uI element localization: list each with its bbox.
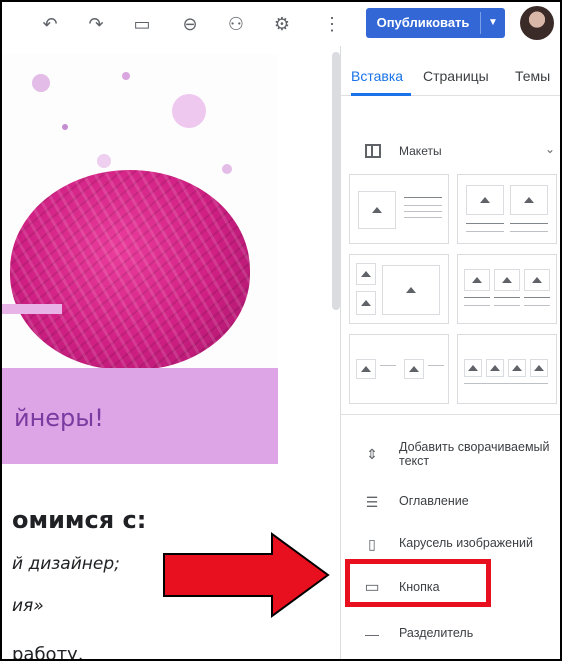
text-line-placeholder: [428, 365, 444, 366]
paint-splatter: [97, 154, 111, 168]
app-frame: ↶ ↷ ▭ ⊖ ⚇ ⚙ ⋮ Опубликовать ▼ йнеры! омим…: [0, 0, 562, 661]
sidebar-item-divider[interactable]: — Разделитель: [341, 614, 560, 654]
publish-button-label: Опубликовать: [376, 15, 470, 30]
image-placeholder-icon: [494, 269, 520, 291]
publish-button[interactable]: Опубликовать ▼: [366, 8, 505, 38]
image-placeholder-icon: [466, 185, 504, 215]
text-line-placeholder: [466, 223, 504, 224]
sidebar-item-label: Оглавление: [399, 494, 469, 508]
sidebar-tabs: Вставка Страницы Темы: [341, 46, 560, 96]
text-line-placeholder: [494, 297, 520, 298]
carousel-icon: ▯: [368, 536, 376, 552]
text-line-placeholder: [524, 297, 550, 298]
divider-icon: —: [365, 626, 379, 642]
text-line-placeholder: [404, 211, 442, 212]
image-placeholder-icon: [356, 359, 376, 379]
canvas-scrollbar[interactable]: [332, 52, 340, 310]
paint-splatter: [62, 124, 68, 130]
more-icon[interactable]: ⋮: [320, 12, 344, 36]
avatar[interactable]: [520, 6, 554, 40]
layout-four-images[interactable]: [457, 334, 557, 404]
table-of-contents-icon: ☰: [365, 494, 379, 510]
share-icon[interactable]: ⚇: [224, 12, 248, 36]
collapsible-text-icon: ⇕: [366, 446, 378, 462]
image-placeholder-icon: [382, 265, 440, 315]
text-line-placeholder: [404, 197, 442, 198]
layouts-section-header[interactable]: Макеты ⌄: [341, 134, 560, 168]
undo-icon[interactable]: ↶: [38, 12, 62, 36]
image-placeholder-icon: [486, 359, 504, 377]
layout-image-grid[interactable]: [349, 254, 449, 324]
toolbar: ↶ ↷ ▭ ⊖ ⚇ ⚙ ⋮ Опубликовать ▼: [2, 2, 560, 46]
yarn-strand: [2, 304, 62, 314]
image-placeholder-icon: [530, 359, 548, 377]
text-line-placeholder: [380, 365, 396, 366]
page-title[interactable]: йнеры!: [14, 404, 104, 432]
image-placeholder-icon: [464, 269, 490, 291]
sidebar-item-label: Добавить сворачиваемый текст: [399, 440, 550, 468]
text-line-placeholder: [404, 217, 442, 218]
text-line-placeholder: [464, 305, 490, 306]
red-arrow-annotation: [163, 532, 330, 618]
text-line-placeholder: [494, 305, 520, 306]
tab-insert[interactable]: Вставка: [351, 68, 403, 84]
publish-separator: [480, 12, 481, 34]
text-line[interactable]: й дизайнер;: [12, 554, 120, 574]
layout-image-text[interactable]: [349, 174, 449, 244]
text-line[interactable]: ия»: [12, 596, 44, 616]
sidebar-item-label: Карусель изображений: [399, 536, 533, 550]
text-line[interactable]: работу.: [12, 644, 83, 659]
sidebar-item-collapsible-text[interactable]: ⇕ Добавить сворачиваемый текст: [341, 434, 560, 474]
tab-pages[interactable]: Страницы: [423, 68, 489, 84]
image-placeholder-icon: [356, 291, 376, 315]
section-heading[interactable]: омимся с:: [12, 506, 146, 534]
image-placeholder-icon: [510, 185, 548, 215]
image-placeholder-icon: [508, 359, 526, 377]
link-icon[interactable]: ⊖: [178, 12, 202, 36]
text-line-placeholder: [524, 305, 550, 306]
section-divider: [341, 414, 560, 415]
layout-two-images[interactable]: [457, 174, 557, 244]
layout-icon: [365, 144, 381, 158]
text-line-placeholder: [404, 205, 442, 206]
text-line-placeholder: [510, 231, 548, 232]
collapse-icon[interactable]: ⌄: [545, 142, 555, 156]
layout-three-images[interactable]: [457, 254, 557, 324]
yarn-ball-image: [10, 170, 250, 370]
paint-splatter: [32, 74, 50, 92]
active-tab-indicator: [351, 93, 411, 96]
sidebar-item-carousel[interactable]: ▯ Карусель изображений: [341, 524, 560, 564]
red-highlight-box: [345, 559, 491, 607]
sidebar-item-label: Разделитель: [399, 626, 474, 640]
sidebar-item-table-of-contents[interactable]: ☰ Оглавление: [341, 482, 560, 522]
chevron-down-icon[interactable]: ▼: [482, 8, 504, 38]
layouts-label: Макеты: [399, 144, 442, 158]
text-line-placeholder: [466, 231, 504, 232]
image-placeholder-icon: [356, 263, 376, 285]
settings-icon[interactable]: ⚙: [270, 12, 294, 36]
text-line-placeholder: [464, 383, 548, 384]
paint-splatter: [222, 164, 232, 174]
image-placeholder-icon: [358, 191, 396, 229]
preview-icon[interactable]: ▭: [130, 12, 154, 36]
paint-splatter: [122, 72, 130, 80]
text-line-placeholder: [464, 297, 490, 298]
tab-themes[interactable]: Темы: [515, 68, 550, 84]
paint-splatter: [172, 94, 206, 128]
image-placeholder-icon: [464, 359, 482, 377]
image-placeholder-icon: [524, 269, 550, 291]
image-placeholder-icon: [404, 359, 424, 379]
layout-two-image-text[interactable]: [349, 334, 449, 404]
text-line-placeholder: [510, 223, 548, 224]
redo-icon[interactable]: ↷: [84, 12, 108, 36]
hero-image[interactable]: [2, 54, 278, 414]
